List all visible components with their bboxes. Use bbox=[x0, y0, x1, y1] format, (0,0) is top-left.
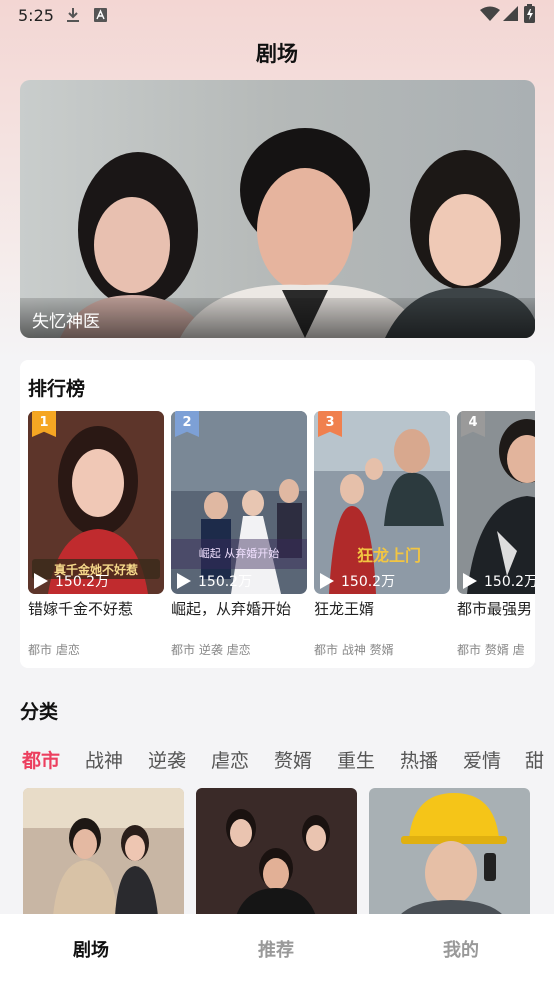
play-count: 150.2万 bbox=[177, 571, 252, 591]
play-icon bbox=[34, 573, 48, 589]
drama-tags: 都市 虐恋 bbox=[28, 643, 80, 657]
page-title: 剧场 bbox=[256, 42, 298, 66]
featured-banner[interactable]: 失忆神医 bbox=[20, 80, 535, 338]
category-tabs: 都市 战神 逆袭 虐恋 赘婿 重生 热播 爱情 甜 bbox=[22, 746, 554, 776]
drama-name: 都市最强男 bbox=[457, 600, 533, 618]
wifi-icon bbox=[480, 6, 500, 26]
play-count-value: 150.2万 bbox=[484, 574, 535, 590]
banner-caption: 失忆神医 bbox=[20, 298, 535, 338]
play-count-value: 150.2万 bbox=[55, 574, 110, 590]
drama-poster bbox=[23, 788, 184, 916]
play-count-value: 150.2万 bbox=[341, 574, 396, 590]
ranking-section: 排行榜 真千金她不好惹 1 150.2万 错嫁千金不好惹 都市 虐恋 崛起 从弃… bbox=[20, 360, 535, 668]
ranking-item[interactable]: 狂龙上门 3 150.2万 狂龙王婿 都市 战神 赘婿 bbox=[314, 411, 450, 658]
download-icon bbox=[66, 7, 80, 27]
play-icon bbox=[320, 573, 334, 589]
signal-icon bbox=[503, 6, 518, 26]
poster: 狂龙上门 3 150.2万 bbox=[314, 411, 450, 594]
a-badge-icon bbox=[94, 7, 107, 26]
category-title: 分类 bbox=[20, 701, 59, 723]
poster-title-art: 崛起 从弃婚开始 bbox=[199, 546, 280, 560]
tab-chongsheng[interactable]: 重生 bbox=[337, 746, 375, 773]
drama-name: 错嫁千金不好惹 bbox=[28, 600, 134, 618]
drama-tags: 都市 赘婿 虐 bbox=[457, 643, 525, 657]
ranking-item[interactable]: 真千金她不好惹 1 150.2万 错嫁千金不好惹 都市 虐恋 bbox=[28, 411, 164, 658]
play-count-value: 150.2万 bbox=[198, 574, 253, 590]
poster: 真千金她不好惹 1 150.2万 bbox=[28, 411, 164, 594]
ranking-title: 排行榜 bbox=[28, 378, 86, 400]
bottom-nav: 剧场 推荐 我的 bbox=[0, 914, 554, 984]
category-drama-card[interactable] bbox=[23, 788, 184, 916]
tab-nuelian[interactable]: 虐恋 bbox=[211, 746, 249, 773]
nav-mine[interactable]: 我的 bbox=[443, 936, 479, 962]
drama-tags: 都市 逆袭 虐恋 bbox=[171, 643, 251, 657]
play-count: 150.2万 bbox=[463, 571, 535, 591]
banner-title: 失忆神医 bbox=[32, 312, 100, 332]
drama-name: 崛起，从弃婚开始 bbox=[171, 600, 292, 618]
poster: 崛起 从弃婚开始 2 150.2万 bbox=[171, 411, 307, 594]
category-drama-card[interactable] bbox=[369, 788, 530, 916]
poster-title-art: 狂龙上门 bbox=[357, 546, 421, 565]
tab-nixi[interactable]: 逆袭 bbox=[148, 746, 186, 773]
drama-name: 狂龙王婿 bbox=[314, 600, 375, 618]
tab-tian[interactable]: 甜 bbox=[525, 746, 544, 773]
tab-zhuixu[interactable]: 赘婿 bbox=[274, 746, 312, 773]
play-count: 150.2万 bbox=[34, 571, 109, 591]
nav-recommend[interactable]: 推荐 bbox=[258, 936, 294, 962]
play-count: 150.2万 bbox=[320, 571, 395, 591]
ranking-item[interactable]: 崛起 从弃婚开始 2 150.2万 崛起，从弃婚开始 都市 逆袭 虐恋 bbox=[171, 411, 307, 658]
battery-icon bbox=[524, 4, 535, 27]
ranking-item[interactable]: 4 150.2万 都市最强男 都市 赘婿 虐 bbox=[457, 411, 535, 658]
play-icon bbox=[177, 573, 191, 589]
nav-theater[interactable]: 剧场 bbox=[73, 936, 109, 962]
tab-aiqing[interactable]: 爱情 bbox=[463, 746, 501, 773]
drama-poster bbox=[369, 788, 530, 916]
tab-zhanshen[interactable]: 战神 bbox=[85, 746, 123, 773]
play-icon bbox=[463, 573, 477, 589]
poster: 4 150.2万 bbox=[457, 411, 535, 594]
drama-poster bbox=[196, 788, 357, 916]
tab-rebo[interactable]: 热播 bbox=[400, 746, 438, 773]
category-drama-card[interactable] bbox=[196, 788, 357, 916]
status-bar: 5:25 bbox=[0, 0, 554, 32]
drama-tags: 都市 战神 赘婿 bbox=[314, 643, 394, 657]
status-time: 5:25 bbox=[18, 6, 54, 25]
tab-dushi[interactable]: 都市 bbox=[22, 746, 60, 773]
